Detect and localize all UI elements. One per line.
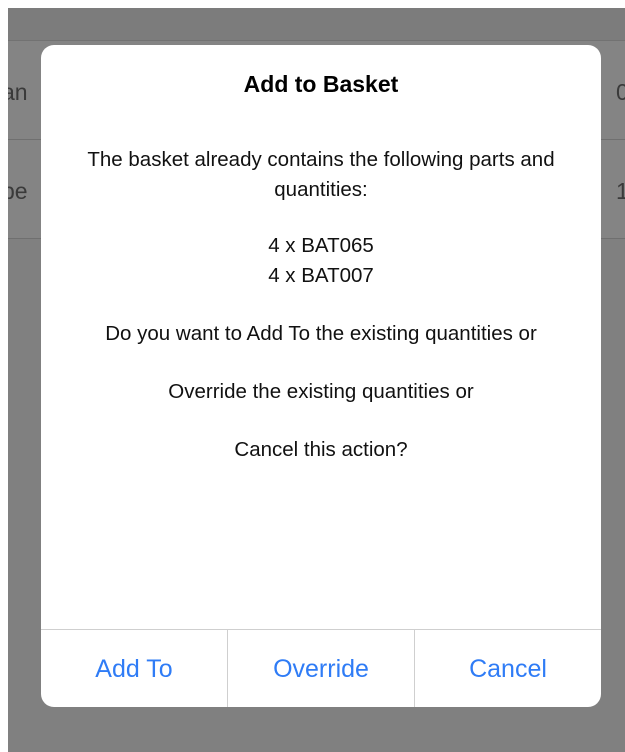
cancel-button[interactable]: Cancel: [414, 630, 601, 707]
add-to-basket-dialog: Add to Basket The basket already contain…: [41, 45, 601, 707]
dialog-button-bar: Add To Override Cancel: [41, 629, 601, 707]
table-cell-description: an: [8, 79, 28, 105]
dialog-title: Add to Basket: [243, 71, 399, 97]
table-cell-quantity: 0: [616, 79, 625, 105]
dialog-question-override: Override the existing quantities or: [168, 380, 474, 403]
table-cell-quantity: 1: [616, 178, 625, 204]
table-cell-description: pe: [8, 178, 28, 204]
screen: an 0 pe 1 Add to Basket The basket alrea…: [0, 0, 625, 752]
table-header-row: [8, 8, 625, 41]
left-edge: [0, 0, 8, 752]
dialog-question-cancel: Cancel this action?: [234, 438, 408, 461]
add-to-button[interactable]: Add To: [41, 630, 227, 707]
dialog-question-add: Do you want to Add To the existing quant…: [105, 322, 537, 345]
override-button[interactable]: Override: [227, 630, 414, 707]
dialog-intro: The basket already contains the followin…: [87, 148, 555, 201]
dialog-message: The basket already contains the followin…: [61, 145, 581, 465]
basket-item: 4 x BAT007: [268, 264, 374, 287]
basket-item: 4 x BAT065: [268, 234, 374, 257]
